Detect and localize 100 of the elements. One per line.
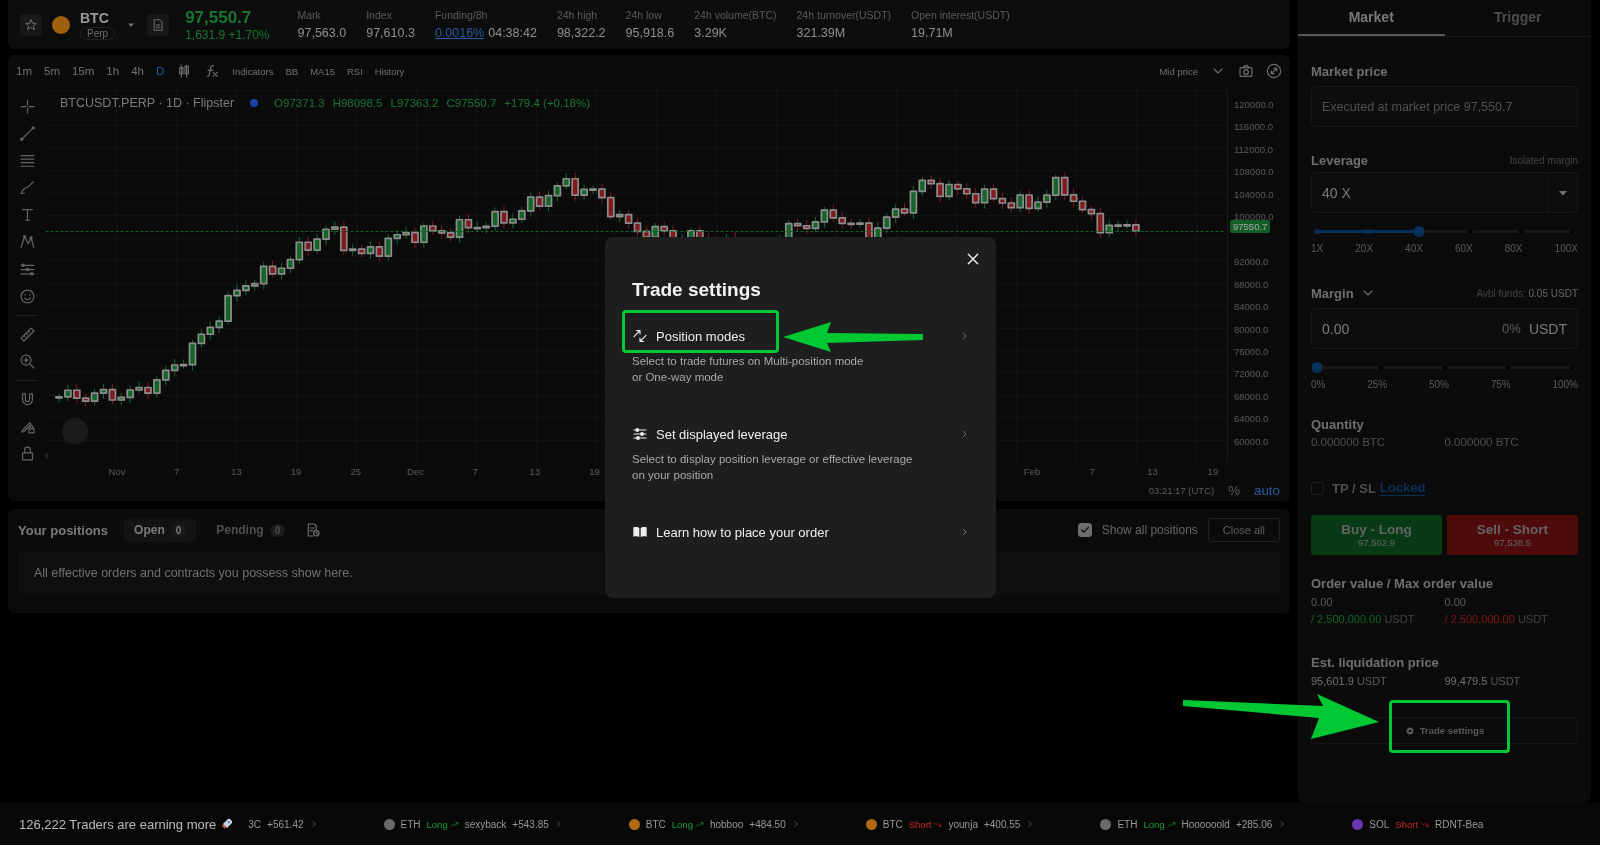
price-axis-label: 112000.0 — [1234, 143, 1273, 156]
timeframe-tab[interactable]: 5m — [44, 65, 60, 77]
settings-menu-item[interactable]: Position modes — [632, 325, 969, 347]
crosshair-icon[interactable] — [17, 98, 37, 116]
study-button[interactable]: BB — [285, 65, 299, 77]
checkbox[interactable] — [1077, 523, 1092, 537]
margin-input-field[interactable]: 0.00 0% USDT — [1311, 308, 1578, 349]
trend-icon — [933, 819, 943, 829]
slider-thumb[interactable] — [1413, 226, 1425, 237]
positions-tab[interactable]: Open 0 — [124, 518, 197, 542]
ohlc-value: L97363.2 — [390, 97, 439, 109]
brush-icon[interactable] — [17, 179, 37, 197]
ticker-headline: 126,222 Traders are earning more — [19, 816, 217, 832]
trend-icon — [449, 819, 459, 829]
price-axis-label: 104000.0 — [1234, 188, 1274, 201]
stat-value: 3.29K — [694, 26, 728, 40]
price-axis-label: 76000.0 — [1234, 345, 1269, 358]
countdown: 04:38:42 — [488, 26, 537, 40]
chevron-right-icon[interactable] — [1026, 819, 1035, 829]
symbol-name[interactable]: BTC — [80, 9, 109, 26]
stat-value: 98,322.2 — [556, 26, 606, 40]
order-type-tab[interactable]: Market — [1298, 0, 1445, 36]
indicators-button[interactable]: Indicators — [232, 65, 274, 77]
study-button[interactable]: History — [374, 65, 405, 77]
smiley-icon[interactable] — [17, 287, 37, 305]
slider-thumb[interactable] — [1311, 362, 1323, 373]
slider-tick-label: 100X — [1554, 243, 1578, 254]
profit-value: +285.06 — [1235, 818, 1273, 830]
timeframe-tab[interactable]: 1h — [106, 65, 120, 77]
status-dot — [250, 99, 259, 107]
book-icon — [632, 524, 648, 540]
chevron-right-icon[interactable] — [309, 819, 318, 829]
expand-icon[interactable] — [1266, 63, 1282, 79]
buy-long-button[interactable]: Buy - Long 97,562.9 — [1311, 515, 1442, 555]
time-axis-label: Nov — [108, 466, 126, 477]
profit-value: +561.42 — [267, 818, 304, 830]
quantity-value: 0.000000 BTC — [1444, 436, 1520, 448]
slider-tick-label: 75% — [1490, 379, 1511, 390]
horizontal-lines-icon[interactable] — [17, 152, 37, 170]
time-axis-label: 19 — [290, 466, 302, 477]
trade-side: Long — [1143, 818, 1165, 830]
slider-tick-label: 20X — [1355, 243, 1374, 254]
percent-scale-button[interactable]: % — [1228, 482, 1241, 498]
pattern-icon[interactable] — [17, 233, 37, 251]
checkbox-label: Show all positions — [1101, 523, 1198, 537]
stat-label: Open interest(USDT) — [911, 9, 1010, 21]
stat-value: 95,918.6 — [625, 26, 675, 40]
timeframe-tab[interactable]: D — [155, 65, 165, 77]
trader-name: Hoooooold — [1181, 818, 1230, 830]
slider-tick-label: 80X — [1504, 243, 1523, 254]
timeframe-tab[interactable]: 4h — [131, 65, 144, 77]
order-type-tab[interactable]: Trigger — [1444, 0, 1591, 36]
order-value: 0.00 — [1444, 596, 1467, 608]
field-label: Quantity — [1311, 417, 1365, 432]
settings-menu-item[interactable]: Learn how to place your order — [632, 521, 969, 543]
chevron-right-icon[interactable] — [1278, 819, 1287, 829]
field-label: Margin — [1311, 285, 1354, 301]
leverage-select[interactable]: 40 X — [1311, 172, 1578, 213]
timeframe-tab[interactable]: 15m — [71, 65, 95, 77]
price-axis-label: 68000.0 — [1234, 390, 1269, 403]
close-all-button[interactable]: Close all — [1207, 518, 1280, 542]
item-description: Select to display position leverage or effective leverage on your position — [632, 452, 914, 483]
rocket-icon — [220, 817, 235, 831]
coin-name: ETH — [1117, 818, 1138, 830]
chevron-right-icon — [960, 330, 969, 342]
sell-short-button[interactable]: Sell - Short 97,538.5 — [1447, 515, 1578, 555]
camera-icon[interactable] — [1238, 63, 1254, 79]
function-icon[interactable] — [204, 63, 221, 79]
stat-label: 24h low — [625, 9, 663, 21]
price-axis-label: 92000.0 — [1234, 256, 1269, 269]
close-icon[interactable] — [965, 251, 981, 267]
liquidation-price: 99,479.5 USDT — [1444, 675, 1522, 687]
arrows-icon — [632, 328, 648, 344]
trend-line-icon[interactable] — [17, 125, 37, 143]
time-axis-label: Feb — [1023, 466, 1041, 477]
last-price: 97,550.7 — [185, 7, 253, 28]
study-button[interactable]: RSI — [346, 65, 363, 77]
funding-rate-link[interactable]: 0.0016% — [434, 26, 485, 40]
coin-name: BTC — [882, 818, 903, 830]
field-label: Leverage — [1311, 153, 1369, 168]
settings-menu-item[interactable]: Set displayed leverage — [632, 423, 969, 445]
chevron-right-icon — [960, 526, 969, 538]
profit-value: +400.55 — [983, 818, 1021, 830]
count-badge: 0 — [170, 523, 187, 537]
price-axis-label: 80000.0 — [1234, 323, 1269, 336]
study-button[interactable]: MA15 — [310, 65, 335, 77]
stat-value: 97,610.3 — [366, 26, 415, 40]
coin-icon — [52, 15, 70, 34]
history-icon[interactable] — [305, 522, 322, 538]
price-mode-dropdown[interactable]: Mid price — [1159, 65, 1198, 77]
price-change: 1,631.9 +1.70% — [185, 27, 270, 42]
trend-icon — [1166, 819, 1176, 829]
chevron-right-icon[interactable] — [791, 819, 800, 829]
stat-label: 24h high — [556, 9, 599, 21]
last-price-tag: 97550.7 — [1230, 220, 1271, 233]
market-price-field[interactable]: Executed at market price 97,550.7 — [1311, 86, 1578, 127]
timeframe-tab[interactable]: 1m — [16, 65, 32, 77]
auto-scale-button[interactable]: auto — [1254, 482, 1280, 498]
chevron-right-icon[interactable] — [554, 819, 563, 829]
order-value: 0.00 — [1311, 596, 1334, 608]
